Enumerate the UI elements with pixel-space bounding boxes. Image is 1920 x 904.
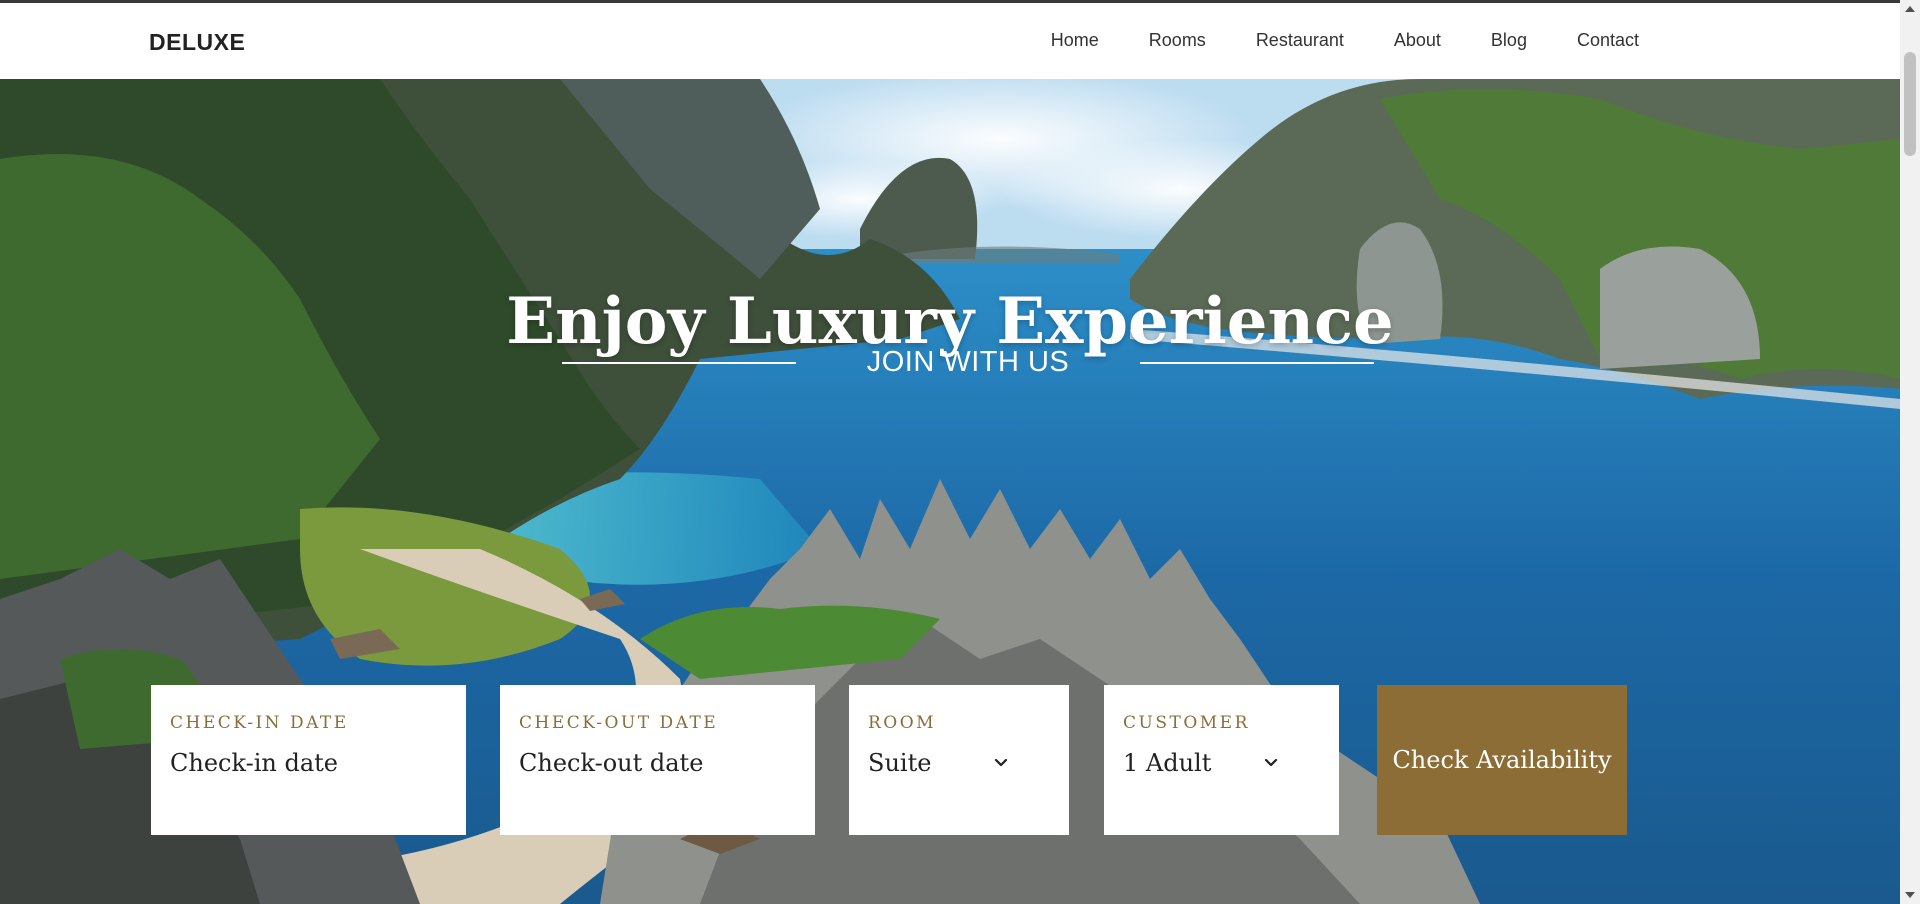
room-select[interactable]: Suite [868, 749, 1049, 777]
nav-about[interactable]: About [1369, 30, 1466, 51]
customer-field[interactable]: CUSTOMER 1 Adult [1104, 685, 1339, 835]
page-scrollbar[interactable] [1900, 0, 1920, 904]
customer-label: CUSTOMER [1123, 713, 1250, 733]
checkout-input[interactable]: Check-out date [519, 749, 795, 777]
checkin-input[interactable]: Check-in date [170, 749, 446, 777]
nav-rooms[interactable]: Rooms [1124, 30, 1231, 51]
check-availability-button[interactable]: Check Availability [1377, 685, 1627, 835]
nav-blog[interactable]: Blog [1466, 30, 1552, 51]
room-label: ROOM [868, 713, 937, 733]
scroll-up-arrow-icon[interactable] [1905, 6, 1915, 12]
room-field[interactable]: ROOM Suite [849, 685, 1069, 835]
customer-selected-value: 1 Adult [1123, 749, 1212, 777]
scrollbar-thumb[interactable] [1904, 52, 1916, 156]
checkout-label: CHECK-OUT DATE [519, 713, 719, 733]
room-selected-value: Suite [868, 749, 932, 777]
hero-subtitle-group: JOIN WITH US [562, 341, 1374, 381]
checkin-field[interactable]: CHECK-IN DATE Check-in date [151, 685, 466, 835]
nav-restaurant[interactable]: Restaurant [1231, 30, 1369, 51]
checkout-field[interactable]: CHECK-OUT DATE Check-out date [500, 685, 815, 835]
chevron-down-icon [994, 758, 1008, 767]
customer-select[interactable]: 1 Adult [1123, 749, 1319, 777]
checkin-label: CHECK-IN DATE [170, 713, 349, 733]
nav-home[interactable]: Home [1026, 30, 1124, 51]
main-nav: Home Rooms Restaurant About Blog Contact [1026, 30, 1664, 51]
brand-logo[interactable]: DELUXE [149, 29, 245, 56]
scroll-down-arrow-icon[interactable] [1905, 892, 1915, 898]
chevron-down-icon [1264, 758, 1278, 767]
navbar: DELUXE Home Rooms Restaurant About Blog … [0, 3, 1900, 79]
nav-contact[interactable]: Contact [1552, 30, 1664, 51]
hero-divider-right [1140, 362, 1374, 364]
